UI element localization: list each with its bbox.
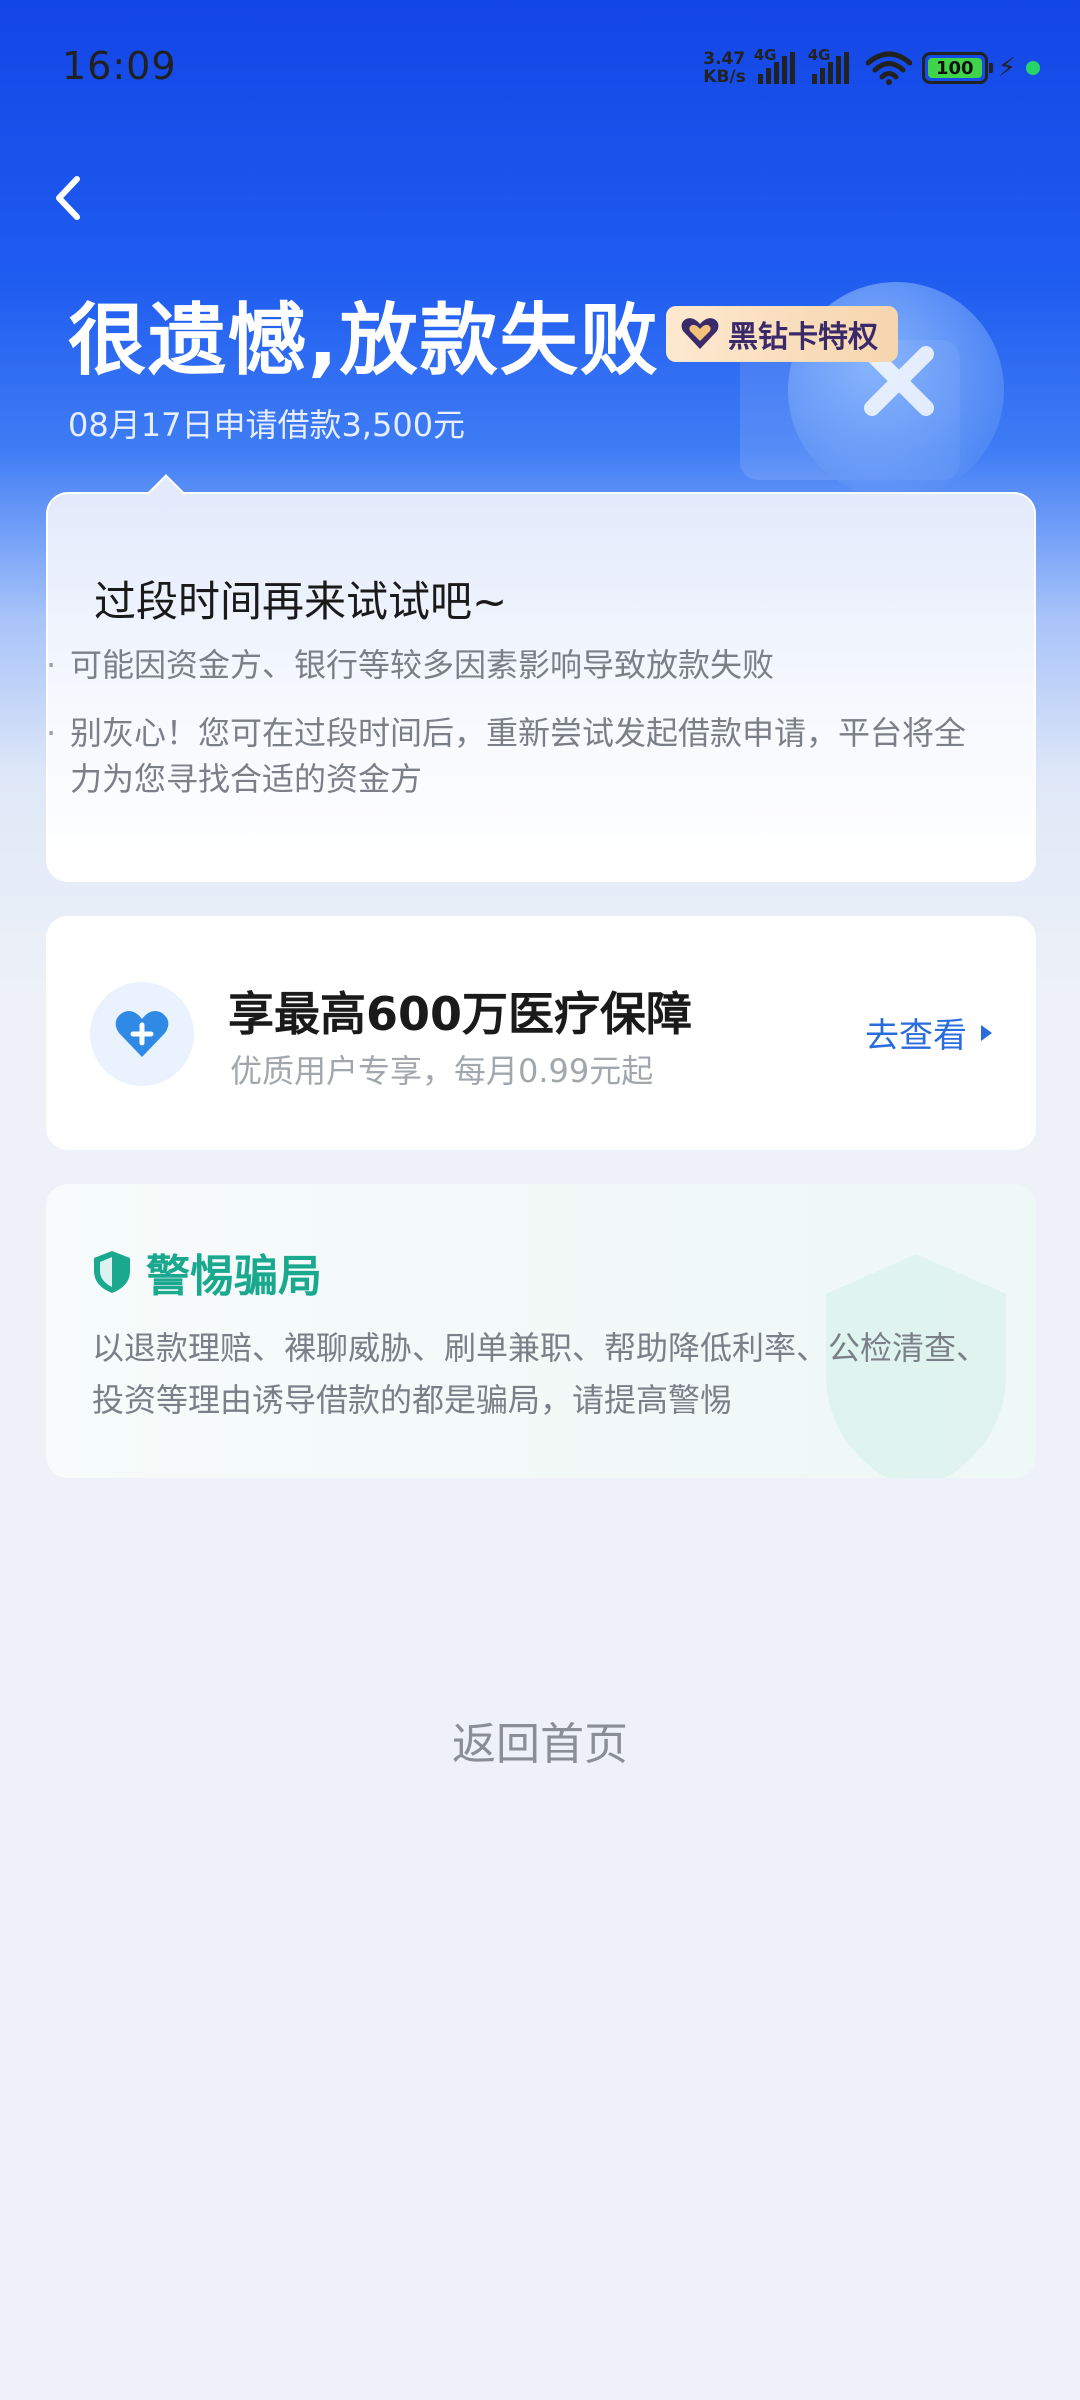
fraud-warning-card: 警惕骗局 以退款理赔、裸聊威胁、刷单兼职、帮助降低利率、公检清查、投资等理由诱导… [46, 1184, 1036, 1478]
back-button[interactable] [38, 168, 98, 228]
caret-right-icon [981, 1024, 992, 1041]
wifi-icon [865, 51, 912, 85]
insurance-subtitle: 优质用户专享，每月0.99元起 [230, 1052, 654, 1090]
status-bar: 16:09 3.47 KB/s 4G 4G 100 ⚡ [0, 0, 1080, 130]
vip-badge-label: 黑钻卡特权 [728, 320, 878, 355]
insurance-title: 享最高600万医疗保障 [228, 987, 693, 1041]
chevron-left-icon [56, 176, 80, 220]
vip-badge: 黑钻卡特权 [666, 306, 898, 362]
page-title: 很遗憾,放款失败 [68, 296, 660, 386]
back-home-link[interactable]: 返回首页 [0, 1708, 1080, 1772]
loan-subtitle: 08月17日申请借款3,500元 [68, 406, 466, 444]
signal-sim1-icon: 4G [754, 46, 802, 84]
diamond-heart-icon [681, 318, 719, 349]
heart-plus-icon [115, 1011, 169, 1057]
insurance-card[interactable]: 享最高600万医疗保障 优质用户专享，每月0.99元起 去查看 [46, 916, 1036, 1150]
tips-bullet: 可能因资金方、银行等较多因素影响导致放款失败 [46, 642, 966, 688]
insurance-icon-wrap [90, 982, 194, 1086]
status-icons: 3.47 KB/s 4G 4G 100 ⚡ [703, 46, 1040, 90]
view-insurance-button[interactable]: 去查看 [865, 1008, 992, 1057]
status-time: 16:09 [62, 44, 177, 88]
tips-bullet: 别灰心！您可在过段时间后，重新尝试发起借款申请，平台将全力为您寻找合适的资金方 [46, 710, 966, 802]
status-dot [1026, 61, 1040, 75]
signal-sim2-icon: 4G [808, 46, 856, 84]
warning-text: 以退款理赔、裸聊威胁、刷单兼职、帮助降低利率、公检清查、投资等理由诱导借款的都是… [92, 1329, 989, 1419]
warning-title: 警惕骗局 [146, 1251, 322, 1302]
network-speed: 3.47 KB/s [703, 49, 746, 87]
battery-icon: 100 [921, 52, 993, 84]
shield-check-icon [94, 1251, 130, 1293]
view-insurance-label: 去查看 [865, 1016, 967, 1056]
warning-heading: 警惕骗局 [92, 1240, 322, 1304]
charging-icon: ⚡ [997, 53, 1016, 83]
tips-heading: 过段时间再来试试吧~ [94, 577, 508, 626]
